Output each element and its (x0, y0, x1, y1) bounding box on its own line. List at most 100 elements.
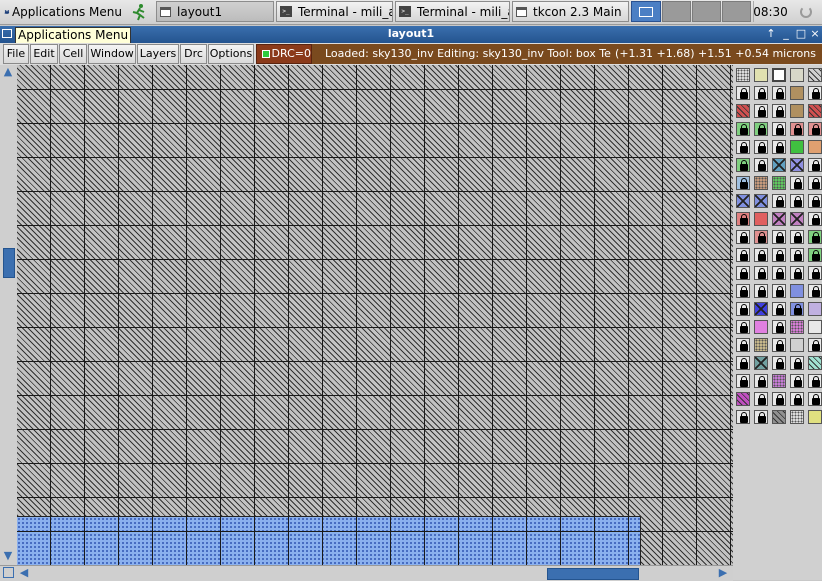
locked-layer-icon[interactable] (736, 320, 750, 334)
layer-swatch[interactable] (790, 410, 804, 424)
layer-swatch[interactable] (754, 338, 768, 352)
layer-swatch[interactable] (790, 284, 804, 298)
locked-layer-icon[interactable] (808, 194, 822, 208)
locked-layer-icon[interactable] (808, 158, 822, 172)
scroll-left-icon[interactable]: ◀ (17, 566, 31, 580)
layer-swatch[interactable] (790, 140, 804, 154)
locked-layer-icon[interactable] (772, 140, 786, 154)
locked-layer-icon[interactable] (772, 194, 786, 208)
horizontal-scrollbar[interactable]: ◀ ▶ (0, 565, 733, 581)
locked-layer-icon[interactable] (772, 320, 786, 334)
zoom-box-icon[interactable] (3, 567, 14, 578)
menu-options[interactable]: Options (208, 44, 254, 64)
layer-swatch[interactable] (790, 86, 804, 100)
scroll-down-icon[interactable]: ▼ (1, 549, 15, 563)
locked-layer-icon[interactable] (736, 230, 750, 244)
layer-swatch[interactable] (808, 68, 822, 82)
locked-layer-icon[interactable] (790, 122, 804, 136)
locked-layer-icon[interactable] (790, 176, 804, 190)
layer-swatch[interactable] (790, 104, 804, 118)
workspace-1[interactable] (631, 1, 661, 22)
layer-swatch[interactable] (754, 194, 768, 208)
layer-swatch[interactable] (790, 320, 804, 334)
locked-layer-icon[interactable] (754, 392, 768, 406)
locked-layer-icon[interactable] (754, 86, 768, 100)
run-program-button[interactable] (126, 1, 152, 22)
locked-layer-icon[interactable] (790, 374, 804, 388)
locked-layer-icon[interactable] (736, 158, 750, 172)
locked-layer-icon[interactable] (808, 284, 822, 298)
layer-swatch[interactable] (772, 158, 786, 172)
menu-layers[interactable]: Layers (137, 44, 179, 64)
layer-swatch[interactable] (754, 356, 768, 370)
locked-layer-icon[interactable] (736, 176, 750, 190)
locked-layer-icon[interactable] (772, 284, 786, 298)
locked-layer-icon[interactable] (736, 86, 750, 100)
layer-swatch[interactable] (808, 320, 822, 334)
layer-swatch[interactable] (754, 320, 768, 334)
layer-swatch[interactable] (772, 410, 786, 424)
menu-drc[interactable]: Drc (180, 44, 207, 64)
layer-swatch[interactable] (790, 338, 804, 352)
locked-layer-icon[interactable] (736, 140, 750, 154)
locked-layer-icon[interactable] (754, 158, 768, 172)
menu-file[interactable]: File (3, 44, 29, 64)
locked-layer-icon[interactable] (754, 140, 768, 154)
layer-swatch[interactable] (808, 140, 822, 154)
workspace-2[interactable] (662, 1, 691, 22)
layer-swatch[interactable] (772, 374, 786, 388)
locked-layer-icon[interactable] (754, 266, 768, 280)
layer-swatch[interactable] (736, 68, 750, 82)
locked-layer-icon[interactable] (772, 356, 786, 370)
task-terminal-1[interactable]: >_ Terminal - mili_a... (276, 1, 393, 22)
locked-layer-icon[interactable] (772, 122, 786, 136)
layer-swatch[interactable] (790, 158, 804, 172)
layer-swatch[interactable] (808, 356, 822, 370)
locked-layer-icon[interactable] (754, 122, 768, 136)
locked-layer-icon[interactable] (754, 410, 768, 424)
locked-layer-icon[interactable] (772, 104, 786, 118)
layer-swatch[interactable] (790, 68, 804, 82)
keep-above-button[interactable]: ↑ (765, 28, 777, 40)
drc-indicator[interactable]: DRC=0 (256, 44, 312, 64)
locked-layer-icon[interactable] (754, 230, 768, 244)
locked-layer-icon[interactable] (736, 338, 750, 352)
layer-swatch[interactable] (790, 212, 804, 226)
locked-layer-icon[interactable] (754, 248, 768, 262)
layer-swatch[interactable] (754, 212, 768, 226)
locked-layer-icon[interactable] (736, 248, 750, 262)
locked-layer-icon[interactable] (790, 392, 804, 406)
locked-layer-icon[interactable] (808, 338, 822, 352)
locked-layer-icon[interactable] (736, 284, 750, 298)
layer-swatch[interactable] (808, 104, 822, 118)
workspace-4[interactable] (722, 1, 751, 22)
locked-layer-icon[interactable] (790, 356, 804, 370)
locked-layer-icon[interactable] (790, 194, 804, 208)
locked-layer-icon[interactable] (808, 230, 822, 244)
locked-layer-icon[interactable] (772, 248, 786, 262)
applications-menu-button[interactable]: Applications Menu (1, 1, 122, 22)
layer-swatch[interactable] (754, 302, 768, 316)
close-button[interactable]: × (809, 28, 821, 40)
locked-layer-icon[interactable] (808, 266, 822, 280)
locked-layer-icon[interactable] (736, 410, 750, 424)
locked-layer-icon[interactable] (754, 374, 768, 388)
clock[interactable]: 08:30 (753, 1, 787, 22)
task-layout1[interactable]: layout1 (156, 1, 274, 22)
locked-layer-icon[interactable] (772, 230, 786, 244)
locked-layer-icon[interactable] (808, 248, 822, 262)
layer-swatch[interactable] (772, 212, 786, 226)
locked-layer-icon[interactable] (772, 302, 786, 316)
locked-layer-icon[interactable] (772, 86, 786, 100)
locked-layer-icon[interactable] (790, 248, 804, 262)
scroll-right-icon[interactable]: ▶ (716, 566, 730, 580)
layer-swatch[interactable] (754, 176, 768, 190)
locked-layer-icon[interactable] (736, 122, 750, 136)
workspace-3[interactable] (692, 1, 721, 22)
locked-layer-icon[interactable] (754, 284, 768, 298)
minimize-button[interactable]: _ (780, 28, 792, 40)
locked-layer-icon[interactable] (808, 176, 822, 190)
locked-layer-icon[interactable] (808, 122, 822, 136)
locked-layer-icon[interactable] (790, 230, 804, 244)
locked-layer-icon[interactable] (736, 266, 750, 280)
